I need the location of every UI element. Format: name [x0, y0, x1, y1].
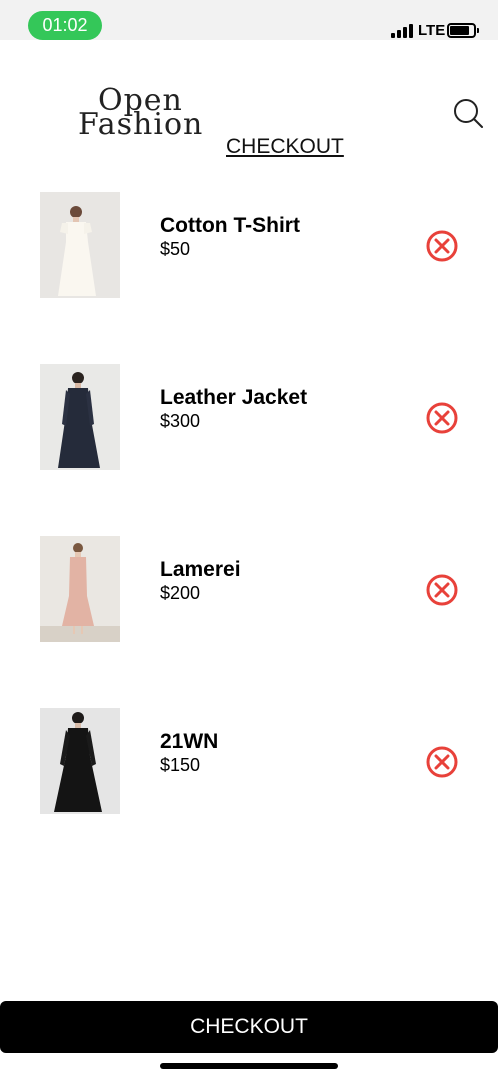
remove-item-button[interactable] [425, 745, 459, 779]
product-name: Lamerei [160, 558, 241, 581]
product-name: Leather Jacket [160, 386, 308, 409]
status-time: 01:02 [28, 11, 102, 40]
cart-item: 21WN $150 [0, 708, 498, 814]
remove-item-button[interactable] [425, 401, 459, 435]
remove-circle-icon [426, 230, 458, 262]
product-price: $200 [160, 583, 201, 603]
remove-circle-icon [426, 746, 458, 778]
search-icon [454, 99, 483, 128]
remove-circle-icon [426, 574, 458, 606]
logo-text-fashion: Fashion [78, 107, 204, 142]
product-image[interactable] [40, 536, 120, 642]
battery-icon [447, 23, 479, 38]
product-name: 21WN [160, 730, 219, 753]
remove-item-button[interactable] [425, 573, 459, 607]
home-indicator[interactable] [160, 1063, 338, 1069]
product-image[interactable] [40, 364, 120, 470]
product-price: $150 [160, 755, 201, 775]
product-image[interactable] [40, 192, 120, 298]
cart-item: Lamerei $200 [0, 536, 498, 642]
remove-item-button[interactable] [425, 229, 459, 263]
product-image[interactable] [40, 708, 120, 814]
carrier-label: LTE [418, 22, 446, 39]
page-title: CHECKOUT [226, 135, 344, 158]
brand-logo[interactable]: Open Fashion [78, 86, 218, 146]
search-button[interactable] [451, 96, 485, 130]
product-name: Cotton T-Shirt [160, 214, 300, 237]
remove-circle-icon [426, 402, 458, 434]
product-price: $300 [160, 411, 201, 431]
product-price: $50 [160, 239, 191, 259]
cart-item: Cotton T-Shirt $50 [0, 192, 498, 298]
checkout-button[interactable]: CHECKOUT [0, 1001, 498, 1053]
signal-icon [391, 24, 413, 38]
status-bar: 01:02 LTE [0, 0, 498, 40]
cart-item: Leather Jacket $300 [0, 364, 498, 470]
